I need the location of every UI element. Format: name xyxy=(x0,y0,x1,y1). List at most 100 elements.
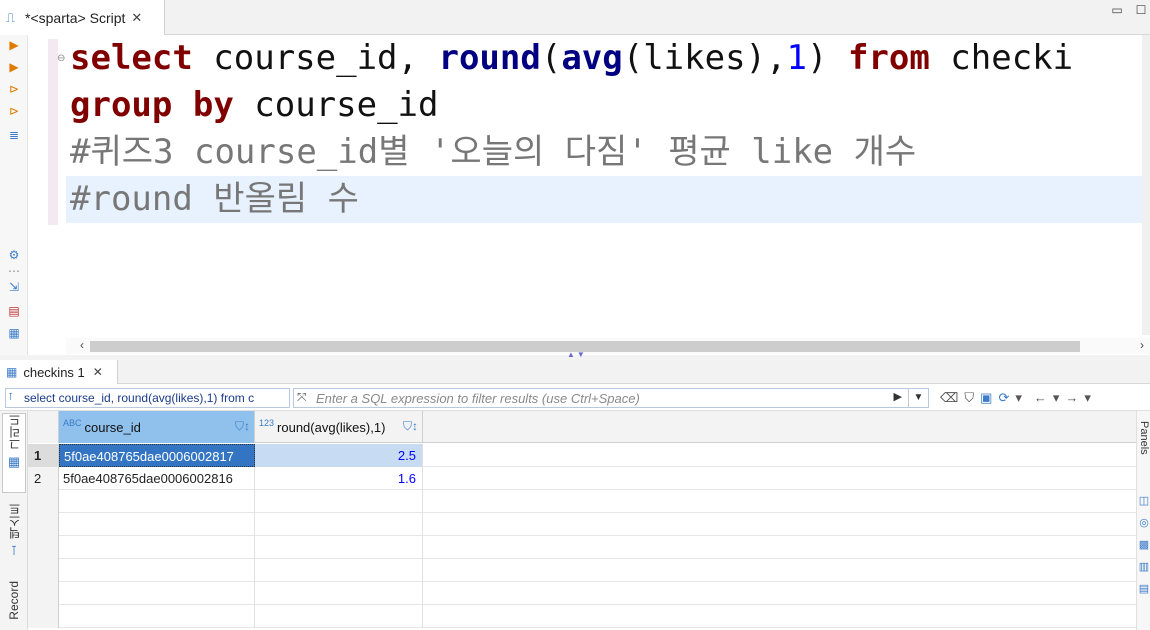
code-area[interactable]: select course_id, round(avg(likes),1) fr… xyxy=(66,35,1144,335)
sort-filter-icon[interactable]: ⛉↕ xyxy=(403,419,418,434)
text-type-icon: ABC xyxy=(63,418,82,428)
scroll-left-icon[interactable]: ‹ xyxy=(80,338,84,352)
tab-record[interactable]: Record xyxy=(2,581,26,629)
grid-icon: ▦ xyxy=(7,454,21,469)
cell-round[interactable]: 1.6 xyxy=(255,467,423,490)
grid-header: ABC course_id ⛉↕ 123 round(avg(likes),1)… xyxy=(28,411,1136,443)
calculator-icon[interactable]: ◎ xyxy=(1138,517,1150,529)
filter-history-dropdown[interactable]: ▼ xyxy=(908,389,928,407)
code-text: course_id, xyxy=(192,38,439,78)
code-text: checki xyxy=(929,38,1074,78)
save-filter-icon[interactable]: ▣ xyxy=(980,390,992,406)
close-icon[interactable]: ✕ xyxy=(93,365,103,379)
empty-cell xyxy=(59,582,255,605)
empty-cell xyxy=(255,536,423,559)
filter-bar: ⊺ select course_id, round(avg(likes),1) … xyxy=(0,385,1150,411)
column-header-round[interactable]: 123 round(avg(likes),1) ⛉↕ xyxy=(255,411,423,443)
table-row[interactable]: 2 5f0ae408765dae0006002816 1.6 xyxy=(28,467,1136,490)
vertical-scrollbar[interactable] xyxy=(1142,35,1150,335)
fold-gutter xyxy=(48,39,58,225)
row-number[interactable]: 1 xyxy=(28,444,59,467)
empty-row xyxy=(28,559,1136,582)
tab-record-label: Record xyxy=(7,581,21,620)
row-number xyxy=(28,559,59,582)
references-icon[interactable]: ▤ xyxy=(1138,583,1150,595)
cell-course-id[interactable]: 5f0ae408765dae0006002816 xyxy=(59,467,255,490)
value-viewer-icon[interactable]: ◫ xyxy=(1138,495,1150,507)
more-icon[interactable]: ⋯ xyxy=(6,263,22,279)
execute-script-icon[interactable]: ⊳ xyxy=(6,81,22,97)
chevron-down-icon[interactable]: ▾ xyxy=(1084,390,1091,406)
column-header-course-id[interactable]: ABC course_id ⛉↕ xyxy=(59,411,255,443)
empty-row xyxy=(28,513,1136,536)
new-script-icon[interactable]: ▤ xyxy=(6,303,22,319)
chevron-down-icon[interactable]: ▾ xyxy=(1015,390,1022,406)
query-preview[interactable]: ⊺ select course_id, round(avg(likes),1) … xyxy=(5,388,290,408)
empty-row xyxy=(28,605,1136,628)
expand-icon[interactable]: ⤧ xyxy=(297,390,307,405)
refresh-icon[interactable]: ⟳ xyxy=(998,390,1009,406)
execute-in-new-tab-icon[interactable]: ▶ xyxy=(6,59,22,75)
explain-plan-icon[interactable]: ≣ xyxy=(6,127,22,143)
tab-text-label: 텍스트 xyxy=(7,503,22,539)
sort-filter-icon[interactable]: ⛉↕ xyxy=(235,419,250,434)
grouping-icon[interactable]: ▩ xyxy=(1138,539,1150,551)
filter-input[interactable] xyxy=(316,390,876,406)
column-name: round(avg(likes),1) xyxy=(277,419,386,435)
panels-toggle[interactable]: Panels xyxy=(1138,421,1150,455)
row-number[interactable]: 2 xyxy=(28,467,59,490)
keyword-from: from xyxy=(847,38,930,78)
row-number xyxy=(28,490,59,513)
tab-grid-label: 그리드 xyxy=(7,414,22,450)
cell-course-id[interactable]: 5f0ae408765dae0006002817 xyxy=(59,444,255,467)
back-icon[interactable]: ← xyxy=(1034,390,1047,406)
export-icon[interactable]: ⇲ xyxy=(6,279,22,295)
forward-icon[interactable]: → xyxy=(1065,390,1078,406)
tab-script[interactable]: ⎍ *<sparta> Script ✕ xyxy=(0,0,165,35)
sql-editor[interactable]: ▶ ▶ ⊳ ⊳ ≣ ⚙ ⋯ ⇲ ▤ ▦ ⊖ select course_id, … xyxy=(0,35,1150,355)
result-grid[interactable]: ABC course_id ⛉↕ 123 round(avg(likes),1)… xyxy=(28,411,1136,630)
cell-round[interactable]: 2.5 xyxy=(255,444,423,467)
minimize-icon[interactable]: ▭ xyxy=(1110,4,1124,16)
tab-results-label: checkins 1 xyxy=(23,364,85,380)
empty-cell xyxy=(59,536,255,559)
tab-grid[interactable]: 그리드 ▦ xyxy=(2,413,26,493)
editor-tabbar: ⎍ *<sparta> Script ✕ ▭ ☐ xyxy=(0,0,1150,35)
close-icon[interactable]: ✕ xyxy=(131,10,142,26)
query-icon: ⊺ xyxy=(8,392,14,403)
tab-results[interactable]: ▦ checkins 1 ✕ xyxy=(0,360,118,384)
empty-row xyxy=(28,582,1136,605)
number-literal: 1 xyxy=(786,38,807,78)
empty-row xyxy=(28,490,1136,513)
query-preview-text: select course_id, round(avg(likes),1) fr… xyxy=(24,391,255,405)
filter-box[interactable]: ⤧ ▶ ▼ xyxy=(293,388,929,408)
comment-text: #퀴즈3 course_id별 '오늘의 다짐' 평균 like 개수 xyxy=(70,132,917,172)
empty-cell xyxy=(255,582,423,605)
format-icon[interactable]: ▦ xyxy=(6,325,22,341)
fold-collapse-icon[interactable]: ⊖ xyxy=(57,53,65,64)
eraser-icon[interactable]: ⌫ xyxy=(940,390,958,406)
horizontal-scrollbar[interactable]: ‹ › xyxy=(66,338,1150,354)
splitter-toggle-icon[interactable]: ▲▼ xyxy=(567,350,587,359)
window-controls: ▭ ☐ xyxy=(1110,4,1150,16)
tab-text[interactable]: 텍스트 ⊺ xyxy=(2,503,26,573)
execute-script-new-tab-icon[interactable]: ⊳ xyxy=(6,103,22,119)
code-text: (likes), xyxy=(622,38,787,78)
execute-statement-icon[interactable]: ▶ xyxy=(6,37,22,53)
comment-text: #round 반올림 수 xyxy=(70,179,359,219)
editor-side-toolbar: ▶ ▶ ⊳ ⊳ ≣ ⚙ ⋯ ⇲ ▤ ▦ xyxy=(0,35,28,355)
keyword-by: by xyxy=(192,85,234,125)
table-icon: ▦ xyxy=(6,365,18,379)
row-number xyxy=(28,536,59,559)
apply-filter-icon[interactable]: ▶ xyxy=(894,390,902,403)
settings-icon[interactable]: ⚙ xyxy=(6,247,22,263)
metadata-icon[interactable]: ▥ xyxy=(1138,561,1150,573)
empty-cell xyxy=(255,559,423,582)
maximize-icon[interactable]: ☐ xyxy=(1134,4,1148,16)
keyword-select: select xyxy=(70,38,193,78)
scroll-right-icon[interactable]: › xyxy=(1140,338,1144,352)
table-row[interactable]: 1 5f0ae408765dae0006002817 2.5 xyxy=(28,444,1136,467)
grid-corner[interactable] xyxy=(28,411,59,443)
filter-icon[interactable]: ⛉ xyxy=(964,390,974,406)
chevron-down-icon[interactable]: ▾ xyxy=(1053,390,1060,406)
